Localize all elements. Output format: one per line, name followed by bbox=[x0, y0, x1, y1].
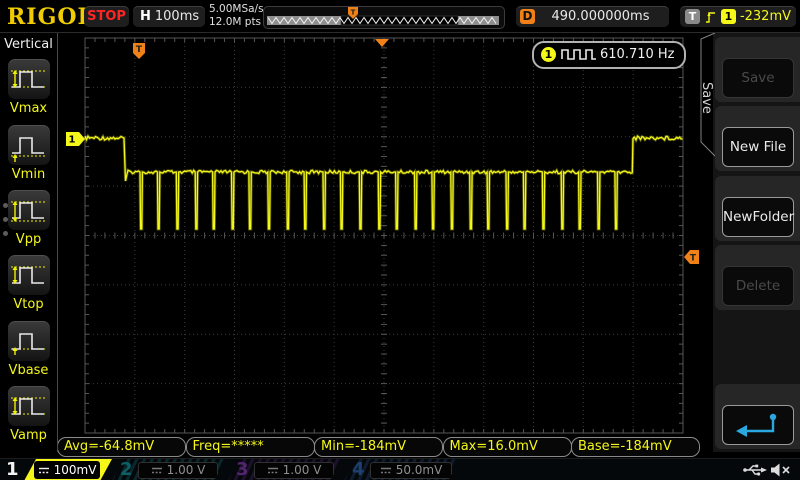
memory-depth: 12.0M pts bbox=[209, 16, 264, 29]
svg-text:T: T bbox=[136, 45, 143, 55]
trigger-position-marker bbox=[375, 39, 389, 47]
left-menu-title: Vertical bbox=[0, 32, 57, 52]
back-button[interactable] bbox=[722, 405, 794, 445]
acquisition-info: 5.00MSa/s 12.0M pts bbox=[209, 3, 264, 29]
measurement-avg: Avg=-64.8mV bbox=[57, 437, 186, 457]
graticule bbox=[85, 38, 683, 433]
menu-item-vtop[interactable]: Vtop bbox=[0, 254, 57, 312]
delay-value: 490.000000ms bbox=[536, 6, 665, 27]
menu-item-vpp[interactable]: Vpp bbox=[0, 189, 57, 247]
channel-status-bar: 1 100mV 2 1.00 V 3 bbox=[0, 458, 800, 480]
frequency-counter: 1 610.710 Hz bbox=[532, 41, 686, 69]
channel-2-status[interactable]: 2 1.00 V bbox=[112, 459, 226, 480]
rigol-logo: RIGOL bbox=[7, 4, 94, 30]
menu-item-vmax[interactable]: Vmax bbox=[0, 58, 57, 116]
menu-item-vamp[interactable]: Vamp bbox=[0, 385, 57, 443]
usb-icon bbox=[742, 462, 768, 478]
svg-text:T: T bbox=[351, 9, 356, 17]
trigger-info-box[interactable]: T 1 -232mV bbox=[680, 6, 796, 27]
vmax-icon bbox=[8, 59, 48, 97]
vmin-icon bbox=[8, 125, 48, 163]
menu-item-vmin[interactable]: Vmin bbox=[0, 124, 57, 182]
back-arrow-icon bbox=[734, 411, 782, 439]
channel-3-status[interactable]: 3 1.00 V bbox=[228, 459, 342, 480]
oscilloscope-screen: 1 T T RIGOL STOP H 100ms 5.00MSa/s 12.0M p… bbox=[0, 0, 800, 480]
scope-markers: 1 T T bbox=[66, 39, 699, 264]
delete-button[interactable]: Delete bbox=[722, 266, 794, 306]
status-bar: RIGOL STOP H 100ms 5.00MSa/s 12.0M pts T… bbox=[0, 0, 800, 33]
dc-coupling-icon bbox=[380, 466, 392, 475]
dc-coupling-icon bbox=[38, 466, 50, 475]
measurement-freq: Freq=***** bbox=[186, 437, 315, 457]
save-button[interactable]: Save bbox=[722, 58, 794, 98]
svg-text:1: 1 bbox=[69, 135, 76, 146]
svg-text:T: T bbox=[690, 254, 697, 264]
measurement-min: Min=-184mV bbox=[314, 437, 443, 457]
sample-rate: 5.00MSa/s bbox=[209, 3, 264, 16]
waveform-memory-bar[interactable]: T bbox=[263, 6, 505, 29]
counter-value: 610.710 Hz bbox=[600, 43, 675, 66]
trigger-level-value: -232mV bbox=[738, 6, 791, 27]
dc-coupling-icon bbox=[151, 466, 163, 475]
vamp-icon bbox=[8, 386, 48, 424]
timebase-prefix: H bbox=[140, 6, 151, 27]
left-menu: Vertical Vmax Vmin Vpp Vtop Vbase Vamp bbox=[0, 32, 58, 452]
menu-item-vbase[interactable]: Vbase bbox=[0, 320, 57, 378]
delay-icon: D bbox=[520, 9, 535, 24]
measurement-base: Base=-184mV bbox=[571, 437, 700, 457]
counter-channel-badge: 1 bbox=[541, 47, 556, 62]
dc-coupling-icon bbox=[267, 466, 279, 475]
channel-4-status[interactable]: 4 50.0mV bbox=[344, 459, 460, 480]
menu-tab-label: Save bbox=[700, 58, 714, 138]
square-wave-icon bbox=[561, 48, 597, 61]
timebase-value: 100ms bbox=[153, 6, 201, 27]
horizontal-delay-box[interactable]: D 490.000000ms bbox=[516, 6, 669, 27]
vpp-icon bbox=[8, 190, 48, 228]
right-menu: Save Save New File NewFolder Delete bbox=[700, 32, 800, 452]
trigger-icon: T bbox=[685, 9, 700, 24]
new-file-button[interactable]: New File bbox=[722, 127, 794, 167]
timebase-box[interactable]: H 100ms bbox=[133, 6, 205, 27]
new-folder-button[interactable]: NewFolder bbox=[722, 197, 794, 237]
rising-edge-icon bbox=[705, 9, 717, 24]
speaker-muted-icon bbox=[770, 462, 792, 478]
graticule-and-trace: 1 T T bbox=[0, 0, 800, 480]
measurement-max: Max=16.0mV bbox=[443, 437, 572, 457]
menu-page-indicator bbox=[3, 203, 8, 245]
vbase-icon bbox=[8, 321, 48, 359]
run-state-button[interactable]: STOP bbox=[84, 6, 129, 27]
trigger-channel-badge: 1 bbox=[721, 9, 736, 24]
vtop-icon bbox=[8, 255, 48, 293]
